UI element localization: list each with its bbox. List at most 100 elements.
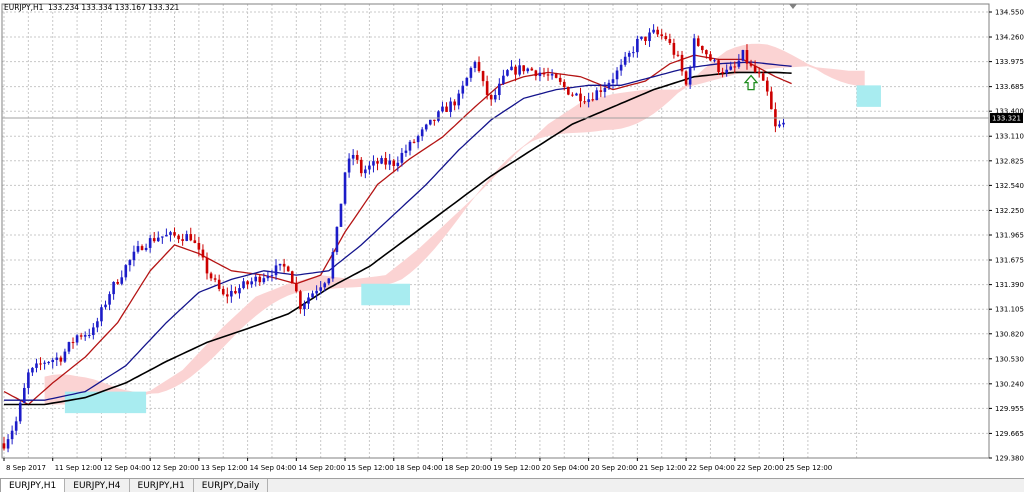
candle-body	[303, 303, 306, 310]
chart-ohlc: 133.234 133.334 133.167 133.321	[48, 3, 179, 12]
candle-body	[347, 158, 351, 173]
candle-body	[469, 67, 473, 78]
candle-body	[67, 342, 71, 352]
candle-body	[603, 87, 607, 92]
candle-body	[493, 95, 497, 100]
candle-body	[782, 122, 785, 125]
candle-body	[558, 77, 562, 82]
tab-eurjpy-h4[interactable]: EURJPY,H4	[65, 479, 130, 492]
candle-body	[96, 321, 99, 328]
candle-body	[396, 162, 400, 166]
candle-body	[615, 70, 619, 80]
candle-body	[510, 66, 513, 71]
candle-body	[376, 161, 379, 164]
candle-body	[481, 71, 485, 82]
cloud-bull-area	[64, 391, 147, 414]
candle-body	[404, 150, 408, 153]
price-chart[interactable]: 134.550134.260133.975133.685133.400133.1…	[0, 0, 1024, 478]
candle-body	[579, 93, 582, 102]
candle-body	[323, 283, 327, 288]
candle-body	[725, 69, 728, 74]
tab-eurjpy-h1-second[interactable]: EURJPY,H1	[130, 479, 194, 492]
candle-body	[636, 38, 639, 53]
candle-body	[489, 94, 493, 100]
candle-body	[262, 278, 266, 283]
candle-body	[765, 80, 769, 92]
candle-body	[416, 136, 420, 143]
x-tick-label: 14 Sep 20:00	[298, 464, 345, 472]
candle-body	[721, 71, 724, 74]
candle-body	[315, 290, 318, 294]
candle-body	[359, 159, 363, 174]
candle-body	[583, 101, 586, 103]
candle-body	[741, 50, 745, 61]
candle-body	[226, 294, 229, 297]
candle-body	[652, 29, 655, 33]
tab-eurjpy-daily[interactable]: EURJPY,Daily	[194, 479, 269, 492]
candle-body	[709, 54, 712, 61]
candle-body	[684, 71, 688, 85]
candle-body	[749, 63, 753, 66]
cloud-bull-area	[856, 85, 881, 107]
candle-body	[534, 70, 538, 77]
candle-body	[429, 119, 432, 125]
y-tick-label: 129.955	[995, 405, 1024, 413]
candle-body	[388, 160, 391, 165]
candle-body	[554, 74, 558, 78]
candle-body	[14, 421, 18, 431]
y-tick-label: 132.250	[995, 207, 1024, 215]
candle-body	[169, 232, 172, 235]
candle-body	[295, 283, 298, 292]
candle-body	[246, 281, 249, 285]
y-tick-label: 130.530	[995, 355, 1024, 363]
candle-body	[680, 54, 684, 72]
candle-body	[290, 271, 294, 284]
candle-body	[688, 67, 692, 85]
candle-body	[660, 34, 664, 37]
y-tick-label: 133.110	[995, 133, 1024, 141]
chart-header: EURJPY,H1 133.234 133.334 133.167 133.32…	[4, 3, 179, 12]
candle-body	[514, 66, 517, 75]
candle-body	[623, 56, 627, 65]
candle-body	[181, 239, 184, 241]
y-tick-label: 133.685	[995, 83, 1024, 91]
candle-body	[384, 158, 387, 165]
candle-body	[116, 281, 119, 284]
x-tick-label: 25 Sep 12:00	[786, 464, 833, 472]
y-tick-label: 130.240	[995, 380, 1024, 388]
candle-body	[2, 443, 6, 449]
candle-body	[355, 154, 359, 160]
candle-body	[299, 291, 302, 310]
x-tick-label: 20 Sep 04:00	[542, 464, 589, 472]
x-tick-label: 13 Sep 12:00	[201, 464, 248, 472]
candle-body	[104, 304, 107, 308]
candle-body	[477, 62, 481, 72]
candle-body	[6, 439, 10, 449]
candle-body	[189, 234, 193, 241]
y-tick-label: 131.965	[995, 232, 1024, 240]
candle-body	[445, 106, 448, 112]
candle-body	[165, 234, 168, 237]
y-tick-label: 129.665	[995, 430, 1024, 438]
candle-body	[266, 275, 270, 279]
candle-body	[59, 357, 63, 362]
candle-body	[132, 251, 136, 261]
candle-body	[372, 161, 375, 166]
candle-body	[542, 72, 546, 75]
y-tick-label: 132.540	[995, 182, 1024, 190]
candle-body	[250, 281, 253, 285]
x-tick-label: 15 Sep 12:00	[347, 464, 394, 472]
candle-body	[152, 238, 156, 242]
candle-body	[339, 203, 343, 227]
candle-body	[35, 363, 38, 368]
candle-body	[351, 154, 355, 159]
candle-body	[753, 65, 757, 73]
candle-body	[729, 66, 733, 70]
candle-body	[71, 342, 75, 344]
y-tick-label: 134.260	[995, 34, 1024, 42]
candle-body	[177, 235, 180, 240]
candle-body	[124, 265, 128, 278]
tab-eurjpy-h1[interactable]: EURJPY,H1	[0, 479, 66, 492]
x-tick-label: 19 Sep 12:00	[493, 464, 540, 472]
candle-body	[591, 99, 594, 101]
